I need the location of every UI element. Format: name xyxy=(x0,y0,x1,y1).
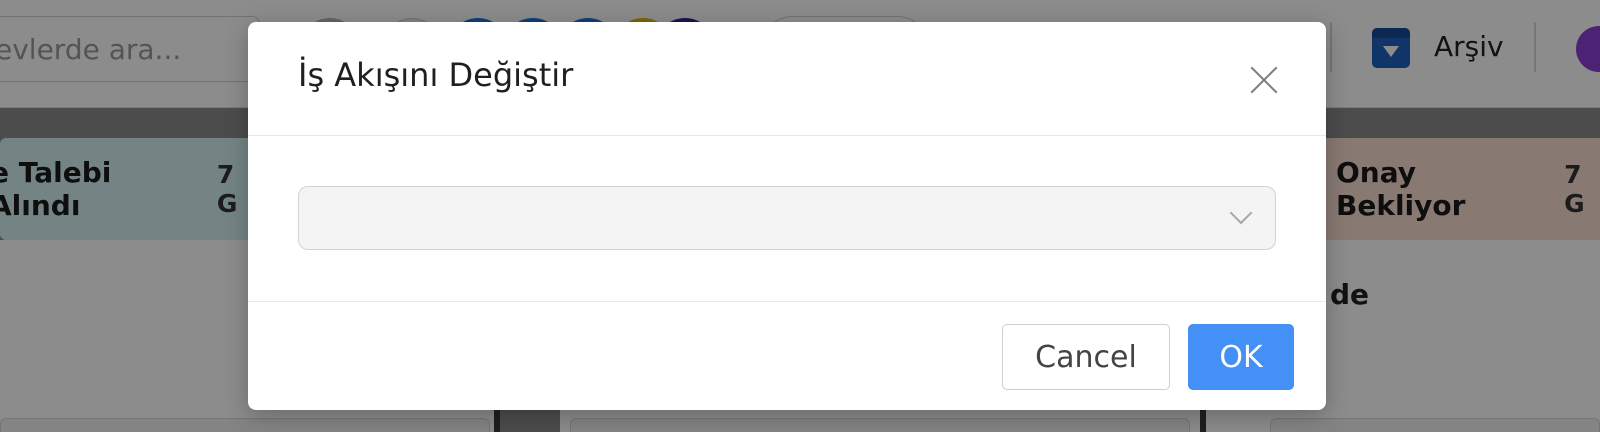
app-root: evlerde ara... Arşiv e Talebi Alındı 7 G… xyxy=(0,0,1600,432)
ok-button[interactable]: OK xyxy=(1188,324,1294,390)
dialog-footer: Cancel OK xyxy=(248,302,1326,410)
dialog-header: İş Akışını Değiştir xyxy=(248,22,1326,136)
workflow-select[interactable] xyxy=(298,186,1276,250)
close-icon[interactable] xyxy=(1244,60,1284,100)
chevron-down-icon xyxy=(1229,201,1253,225)
change-workflow-dialog: İş Akışını Değiştir Cancel OK xyxy=(248,22,1326,410)
cancel-button[interactable]: Cancel xyxy=(1002,324,1170,390)
dialog-body xyxy=(248,136,1326,302)
dialog-title: İş Akışını Değiştir xyxy=(298,56,574,94)
